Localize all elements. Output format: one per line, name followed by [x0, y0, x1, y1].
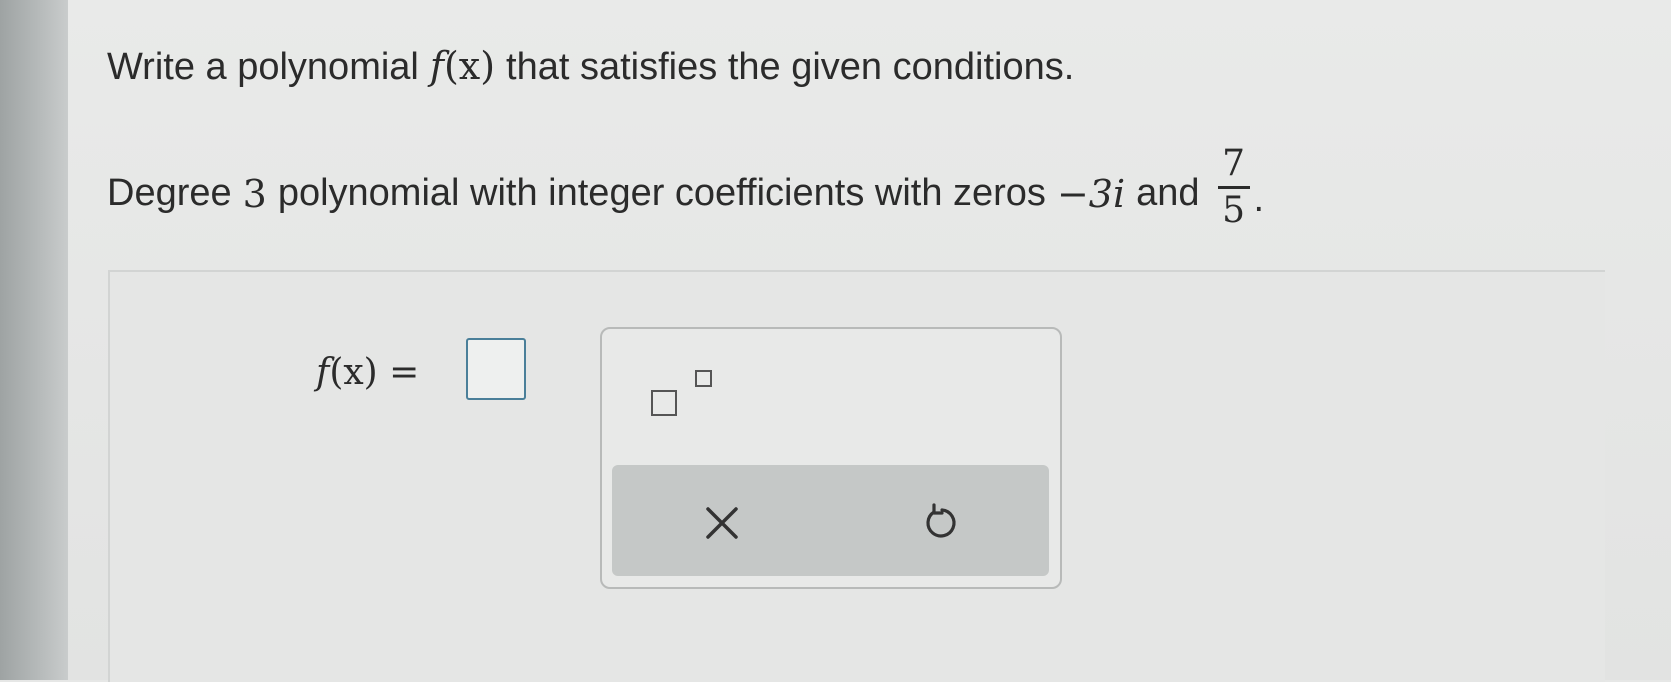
condition-period: . [1253, 178, 1265, 220]
answer-function-name: f [316, 352, 330, 393]
clear-button[interactable] [690, 495, 754, 551]
function-argument: (x) [443, 44, 496, 88]
left-margin-strip [0, 0, 68, 680]
palette-action-bar [612, 465, 1049, 576]
undo-icon [926, 503, 956, 538]
fraction-denominator: 5 [1222, 190, 1245, 231]
exponent-button[interactable] [645, 364, 725, 424]
condition-degree-value: 3 [242, 171, 267, 216]
undo-button[interactable] [910, 495, 974, 551]
fraction-numerator: 7 [1222, 143, 1245, 184]
zero-fraction: 7 5 [1217, 142, 1250, 233]
instruction-text-start: Write a polynomial [107, 46, 419, 88]
question-conditions: Degree 3 polynomial with integer coeffic… [107, 143, 1265, 239]
condition-degree-label: Degree [107, 172, 232, 214]
exponent-base-box [651, 390, 677, 416]
answer-input[interactable] [466, 338, 526, 400]
condition-description: polynomial with integer coefficients wit… [277, 172, 1046, 214]
answer-equals: (x) = [329, 352, 420, 393]
instruction-text-end: that satisfies the given conditions. [506, 46, 1075, 88]
question-instruction: Write a polynomial f (x) that satisfies … [107, 44, 1074, 89]
zero-complex: −3i [1056, 171, 1126, 216]
exponent-power-box [695, 370, 712, 387]
condition-and: and [1136, 172, 1200, 214]
function-name: f [429, 44, 444, 88]
x-icon [706, 507, 738, 539]
answer-label: f(x) = [316, 352, 419, 393]
